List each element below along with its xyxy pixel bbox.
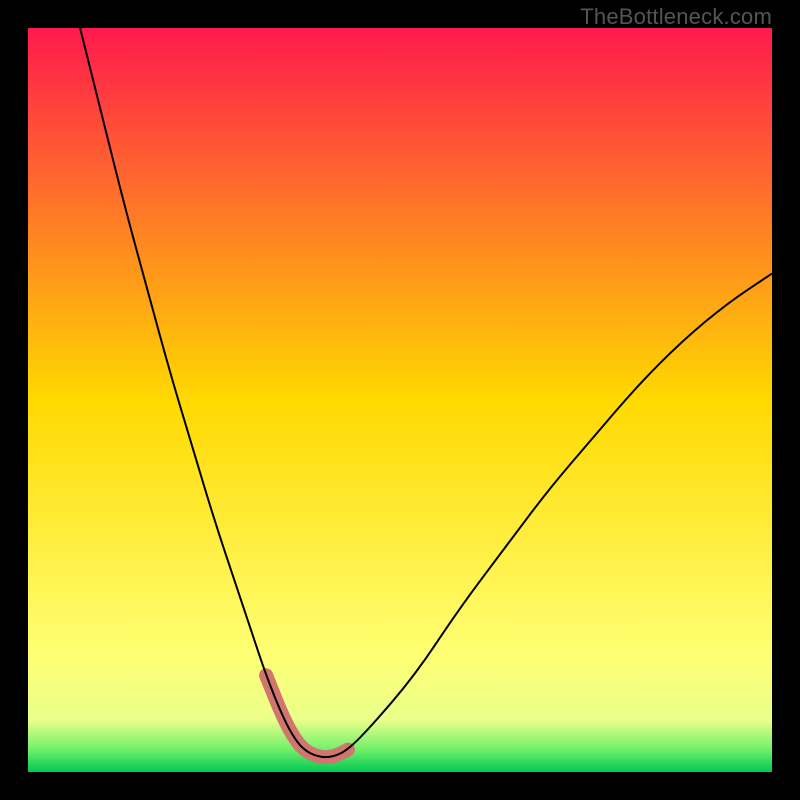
bottleneck-chart bbox=[28, 28, 772, 772]
chart-container: { "watermark": "TheBottleneck.com", "plo… bbox=[0, 0, 800, 800]
watermark-text: TheBottleneck.com bbox=[580, 4, 772, 30]
gradient-background bbox=[28, 28, 772, 772]
